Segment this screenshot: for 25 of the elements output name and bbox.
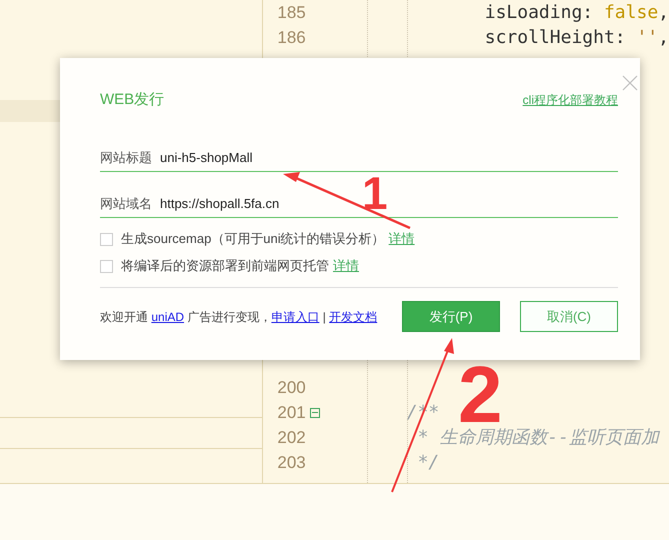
fold-icon[interactable] (310, 408, 320, 418)
promo-link[interactable]: 开发文档 (329, 310, 378, 324)
line-number: 203 (276, 452, 306, 474)
line-number: 186 (276, 26, 306, 49)
checkbox[interactable] (100, 260, 113, 272)
line-number: 202 (276, 426, 306, 449)
line-number: 200 (276, 376, 306, 399)
field-value: https://shopall.5fa.cn (160, 194, 280, 213)
text-field[interactable]: 网站标题 uni-h5-shopMall (100, 144, 618, 172)
dialog-title: WEB发行 (100, 90, 164, 110)
line-number: 185 (276, 2, 306, 24)
field-value: uni-h5-shopMall (160, 148, 252, 167)
checkbox[interactable] (100, 232, 113, 246)
field-label: 网站域名 (100, 194, 152, 213)
promo-link[interactable]: uniAD (151, 310, 184, 324)
code-line: isLoading: false, (484, 1, 669, 25)
promo-link[interactable]: 申请入口 (271, 310, 320, 324)
option-label: 生成sourcemap（可用于uni统计的错误分析） (121, 230, 385, 248)
option-label: 将编译后的资源部署到前端网页托管 (121, 257, 329, 276)
code-line: */ (416, 451, 440, 475)
line-number: 201 (276, 402, 306, 424)
field-label: 网站标题 (100, 148, 152, 167)
code-line: scrollHeight: '', (484, 26, 669, 50)
promo-text: 欢迎开通 uniAD 广告进行变现，申请入口 | 开发文档 (100, 310, 378, 324)
close-icon[interactable] (622, 75, 638, 91)
